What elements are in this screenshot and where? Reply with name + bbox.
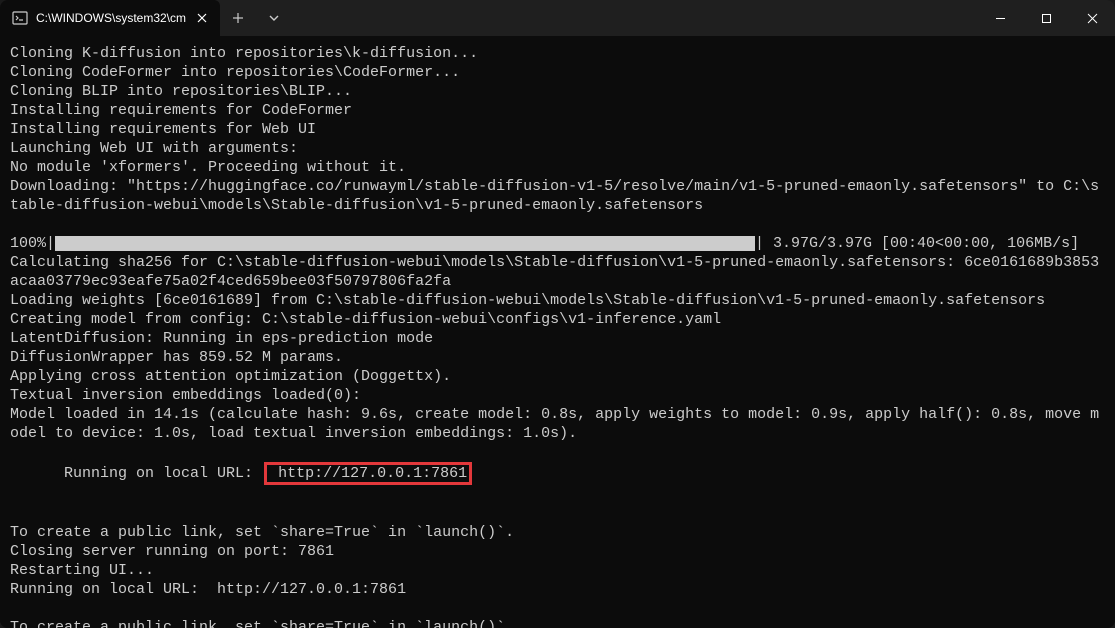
terminal-icon (12, 10, 28, 26)
local-url-highlight: http://127.0.0.1:7861 (264, 462, 472, 485)
terminal-line: To create a public link, set `share=True… (10, 523, 1107, 542)
titlebar-drag-area[interactable] (292, 0, 977, 36)
terminal-line: Launching Web UI with arguments: (10, 139, 1107, 158)
terminal-line: Cloning CodeFormer into repositories\Cod… (10, 63, 1107, 82)
terminal-line: Installing requirements for CodeFormer (10, 101, 1107, 120)
terminal-line: Model loaded in 14.1s (calculate hash: 9… (10, 405, 1107, 443)
local-url-prefix: Running on local URL: (64, 465, 262, 482)
maximize-button[interactable] (1023, 0, 1069, 36)
new-tab-button[interactable] (220, 0, 256, 36)
terminal-line: No module 'xformers'. Proceeding without… (10, 158, 1107, 177)
progress-percent: 100% (10, 234, 46, 253)
tab-active[interactable]: C:\WINDOWS\system32\cm (0, 0, 220, 36)
close-window-button[interactable] (1069, 0, 1115, 36)
local-url-line: Running on local URL: http://127.0.0.1:7… (10, 443, 1107, 504)
tab-dropdown-button[interactable] (256, 0, 292, 36)
terminal-line: Cloning K-diffusion into repositories\k-… (10, 44, 1107, 63)
terminal-window: C:\WINDOWS\system32\cm Cloning K-diffusi… (0, 0, 1115, 628)
minimize-button[interactable] (977, 0, 1023, 36)
progress-bar-fill (55, 236, 755, 251)
terminal-line: Calculating sha256 for C:\stable-diffusi… (10, 253, 1107, 291)
terminal-line: Running on local URL: http://127.0.0.1:7… (10, 580, 1107, 599)
tab-title: C:\WINDOWS\system32\cm (36, 11, 186, 25)
terminal-output[interactable]: Cloning K-diffusion into repositories\k-… (0, 36, 1115, 628)
titlebar: C:\WINDOWS\system32\cm (0, 0, 1115, 36)
terminal-line: Installing requirements for Web UI (10, 120, 1107, 139)
terminal-line: Loading weights [6ce0161689] from C:\sta… (10, 291, 1107, 310)
terminal-line: Restarting UI... (10, 561, 1107, 580)
terminal-line: DiffusionWrapper has 859.52 M params. (10, 348, 1107, 367)
progress-stats: | 3.97G/3.97G [00:40<00:00, 106MB/s] (755, 234, 1079, 253)
terminal-line: Cloning BLIP into repositories\BLIP... (10, 82, 1107, 101)
terminal-line: LatentDiffusion: Running in eps-predicti… (10, 329, 1107, 348)
terminal-line: Textual inversion embeddings loaded(0): (10, 386, 1107, 405)
terminal-line: Closing server running on port: 7861 (10, 542, 1107, 561)
terminal-line: To create a public link, set `share=True… (10, 618, 1107, 628)
terminal-line: Applying cross attention optimization (D… (10, 367, 1107, 386)
terminal-line: Creating model from config: C:\stable-di… (10, 310, 1107, 329)
terminal-line: Downloading: "https://huggingface.co/run… (10, 177, 1107, 215)
tab-close-button[interactable] (194, 10, 210, 26)
progress-line: 100%|| 3.97G/3.97G [00:40<00:00, 106MB/s… (10, 234, 1107, 253)
